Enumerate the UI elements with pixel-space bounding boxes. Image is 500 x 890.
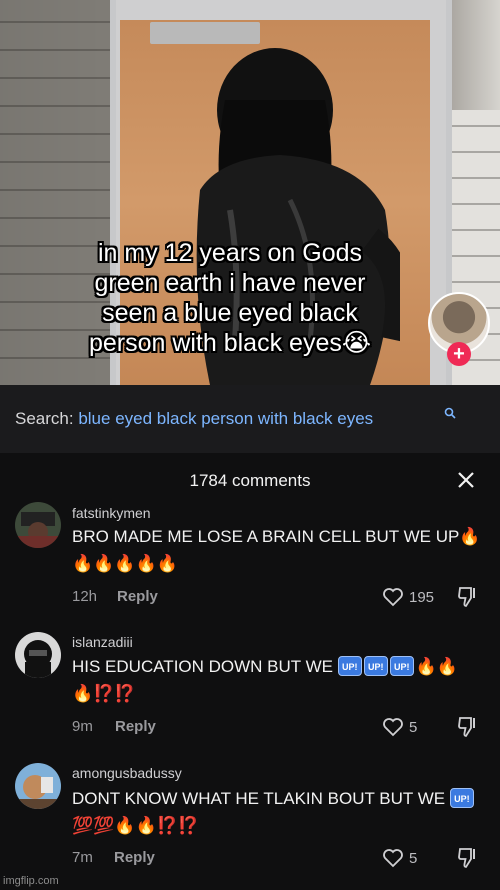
close-icon[interactable] <box>455 469 477 491</box>
follow-button[interactable]: + <box>447 342 471 366</box>
comment-text: BRO MADE ME LOSE A BRAIN CELL BUT WE UP🔥… <box>72 527 481 573</box>
comment-time: 12h <box>72 588 98 605</box>
comments-count: 1784 comments <box>189 471 311 490</box>
watermark: imgflip.com <box>3 875 59 887</box>
comment-username[interactable]: fatstinkymen <box>72 505 151 521</box>
dislike-icon[interactable] <box>457 716 477 738</box>
caption-line: seen a blue eyed black <box>102 299 358 327</box>
avatar[interactable] <box>15 763 61 809</box>
like-count: 5 <box>409 850 418 867</box>
up-badge: UP! <box>449 788 474 808</box>
reply-button[interactable]: Reply <box>117 588 158 605</box>
search-query[interactable]: blue eyed black person with black eyes <box>78 409 373 428</box>
like-count: 5 <box>409 719 418 736</box>
comment-time: 9m <box>72 718 93 735</box>
comment-text-part: DONT KNOW WHAT HE TLAKIN BOUT BUT WE <box>72 789 450 808</box>
up-badge: UP! <box>389 656 414 676</box>
search-label: Search: <box>15 409 74 428</box>
heart-icon[interactable] <box>382 848 404 868</box>
comment-text-part: HIS EDUCATION DOWN BUT WE <box>72 657 338 676</box>
search-bar[interactable]: Search: blue eyed black person with blac… <box>0 385 500 453</box>
video-caption: in my 12 years on Gods green earth i hav… <box>40 238 420 358</box>
reply-button[interactable]: Reply <box>114 849 155 866</box>
comment-text: DONT KNOW WHAT HE TLAKIN BOUT BUT WE UP!… <box>72 785 487 839</box>
dislike-icon[interactable] <box>457 586 477 608</box>
avatar[interactable] <box>15 502 61 548</box>
caption-line: green earth i have never <box>94 269 366 297</box>
comment-text-part: 💯💯🔥🔥⁉️⁉️ <box>72 816 200 835</box>
comment-username[interactable]: amongusbadussy <box>72 765 182 781</box>
avatar-image <box>15 632 61 678</box>
comment-username[interactable]: islanzadiii <box>72 634 133 650</box>
comments-panel: 1784 comments fatstinkymen BRO MADE ME L… <box>0 453 500 890</box>
dislike-icon[interactable] <box>457 847 477 869</box>
up-badge: UP! <box>363 656 388 676</box>
avatar-image <box>15 763 61 809</box>
comment-time: 7m <box>72 849 93 866</box>
heart-icon[interactable] <box>382 587 404 607</box>
like-count: 195 <box>409 589 435 606</box>
up-badge: UP! <box>337 656 362 676</box>
avatar[interactable] <box>15 632 61 678</box>
video-player[interactable]: in my 12 years on Gods green earth i hav… <box>0 0 500 385</box>
comment-text: HIS EDUCATION DOWN BUT WE UP! UP! UP! 🔥🔥🔥⁉️… <box>72 653 487 707</box>
search-text[interactable]: Search: blue eyed black person with blac… <box>15 409 373 429</box>
avatar-image <box>15 502 61 548</box>
caption-line: person with black eyes😭 <box>88 329 372 357</box>
reply-button[interactable]: Reply <box>115 718 156 735</box>
search-icon[interactable] <box>444 407 456 419</box>
caption-line: in my 12 years on Gods <box>97 239 362 267</box>
heart-icon[interactable] <box>382 717 404 737</box>
